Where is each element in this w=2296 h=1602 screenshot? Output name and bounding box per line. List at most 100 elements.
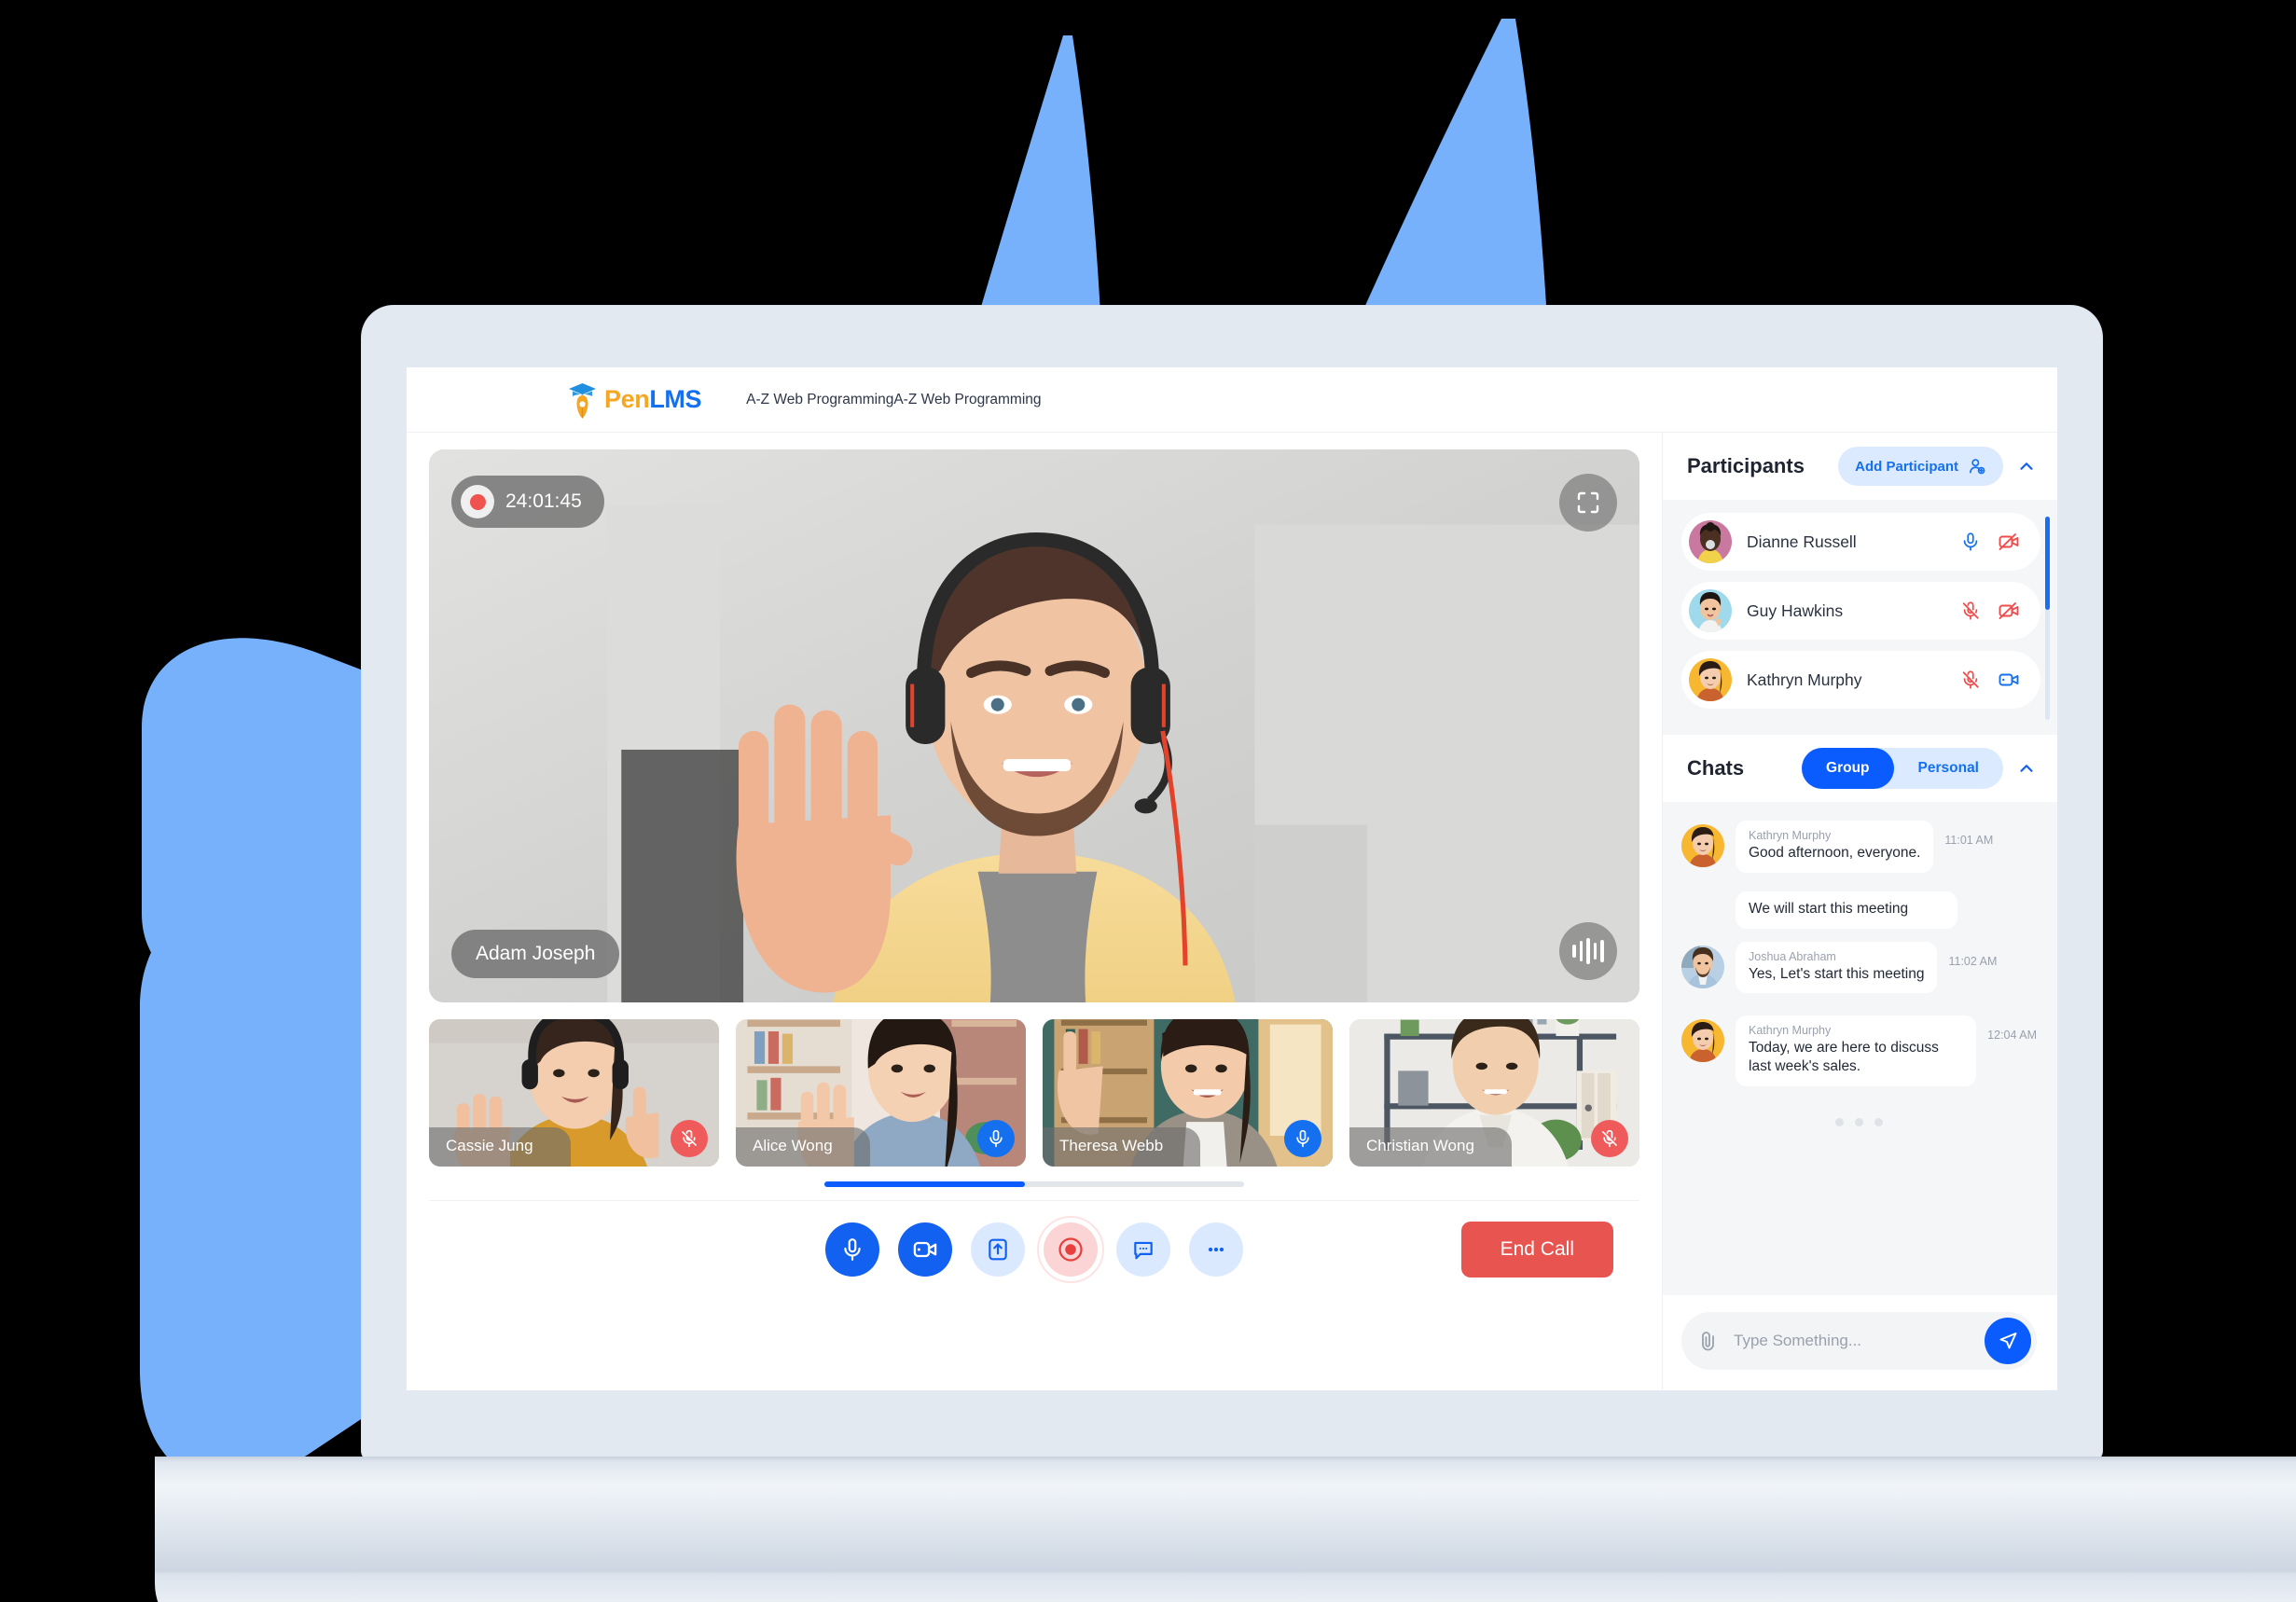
- main-video-name-badge: Adam Joseph: [451, 930, 620, 978]
- recording-timer-badge: 24:01:45: [451, 476, 604, 528]
- participant-status-icons: [1960, 600, 2020, 622]
- chat-author: Joshua Abraham: [1749, 949, 1836, 963]
- chats-title: Chats: [1687, 756, 1745, 780]
- participant-row[interactable]: Guy Hawkins: [1681, 582, 2040, 640]
- app-header: PenLMS A-Z Web ProgrammingA-Z Web Progra…: [407, 367, 2057, 433]
- participants-header: Participants Add Participant: [1663, 433, 2057, 500]
- participant-camera-toggle[interactable]: [1998, 531, 2020, 553]
- chat-bubble[interactable]: Kathryn Murphy Today, we are here to dis…: [1736, 1015, 1977, 1087]
- app-window: PenLMS A-Z Web ProgrammingA-Z Web Progra…: [407, 367, 2057, 1390]
- thumbnail-name: Theresa Webb: [1043, 1127, 1201, 1167]
- chat-text: Today, we are here to discuss last week'…: [1749, 1040, 1939, 1075]
- microphone-off-icon: [1962, 670, 1979, 689]
- chat-bubble-row: Kathryn Murphy Today, we are here to dis…: [1736, 1015, 2037, 1096]
- thumbnail-tile[interactable]: Cassie Jung: [429, 1019, 719, 1167]
- chat-timestamp: 11:01 AM: [1944, 834, 1994, 847]
- microphone-off-icon: [1962, 601, 1979, 620]
- participant-status-icons: [1960, 669, 2020, 691]
- screen-share-button[interactable]: [971, 1222, 1025, 1277]
- chats-header: Chats Group Personal: [1663, 735, 2057, 802]
- microphone-button[interactable]: [825, 1222, 879, 1277]
- send-message-button[interactable]: [1985, 1318, 2031, 1364]
- timer-value: 24:01:45: [505, 490, 582, 512]
- main-video-feed: [429, 449, 1639, 1002]
- chat-bubble[interactable]: Joshua Abraham Yes, Let's start this mee…: [1736, 941, 1938, 994]
- paperclip-icon[interactable]: [1698, 1330, 1721, 1352]
- chat-message-group: Kathryn Murphy Today, we are here to dis…: [1681, 1015, 2037, 1096]
- microphone-icon: [1963, 532, 1978, 551]
- microphone-icon: [989, 1129, 1003, 1148]
- message-composer: [1663, 1295, 2057, 1390]
- add-participant-label: Add Participant: [1855, 458, 1958, 475]
- chat-bubble[interactable]: We will start this meeting: [1736, 891, 1957, 929]
- call-control-bar: End Call: [429, 1200, 1639, 1297]
- participant-row[interactable]: Kathryn Murphy: [1681, 651, 2040, 709]
- chat-timestamp: 11:02 AM: [1948, 954, 1998, 968]
- end-call-button[interactable]: End Call: [1460, 1221, 1613, 1277]
- chat-message-group: Joshua Abraham Yes, Let's start this mee…: [1681, 941, 2037, 1003]
- brand-logo[interactable]: PenLMS: [567, 381, 702, 419]
- tab-group[interactable]: Group: [1802, 748, 1894, 789]
- chat-text: Yes, Let's start this meeting: [1749, 965, 1925, 982]
- chats-collapse-button[interactable]: [2016, 758, 2037, 779]
- participant-mic-toggle[interactable]: [1960, 532, 1981, 552]
- avatar: [1681, 824, 1724, 867]
- chat-author: Kathryn Murphy: [1749, 1024, 1832, 1038]
- participants-scrollbar[interactable]: [2045, 517, 2050, 720]
- chat-author: Kathryn Murphy: [1749, 829, 1832, 842]
- participant-camera-toggle[interactable]: [1998, 669, 2020, 691]
- chat-pagination-dots[interactable]: [1681, 1109, 2037, 1132]
- audio-level-button[interactable]: [1559, 922, 1617, 980]
- thumbnail-scrollbar[interactable]: [824, 1181, 1244, 1187]
- microphone-icon: [1296, 1129, 1309, 1148]
- participant-mic-toggle[interactable]: [1960, 601, 1981, 621]
- microphone-off-icon: [682, 1129, 697, 1148]
- microphone-off-icon: [1602, 1129, 1617, 1148]
- send-icon: [1999, 1333, 2017, 1349]
- chat-text: Good afternoon, everyone.: [1749, 845, 1921, 861]
- camera-button[interactable]: [898, 1222, 952, 1277]
- chat-button[interactable]: [1116, 1222, 1170, 1277]
- screen-share-icon: [989, 1238, 1007, 1260]
- fullscreen-icon: [1577, 491, 1599, 514]
- avatar: [1681, 945, 1724, 988]
- thumbnail-mic-toggle[interactable]: [671, 1120, 708, 1157]
- participant-mic-toggle[interactable]: [1960, 670, 1981, 690]
- chat-bubble-icon: [1134, 1241, 1153, 1259]
- chat-bubbles: Kathryn Murphy Today, we are here to dis…: [1736, 1015, 2037, 1096]
- video-camera-off-icon: [1999, 533, 2019, 550]
- message-input[interactable]: [1734, 1332, 1971, 1350]
- fullscreen-button[interactable]: [1559, 474, 1617, 532]
- thumbnail-scrollbar-thumb[interactable]: [824, 1181, 1025, 1187]
- brand-pen: Pen: [604, 385, 650, 413]
- add-participant-button[interactable]: Add Participant: [1838, 447, 2003, 486]
- participant-camera-toggle[interactable]: [1998, 600, 2020, 622]
- thumbnail-tile[interactable]: Theresa Webb: [1043, 1019, 1333, 1167]
- app-body: 24:01:45 Adam Joseph Cassie Jung Alice W…: [407, 433, 2057, 1390]
- laptop-base: [155, 1457, 2296, 1602]
- avatar: [1689, 589, 1732, 632]
- participant-thumbnail-strip: Cassie Jung Alice Wong Theresa Webb Chri…: [429, 1019, 1639, 1167]
- thumbnail-mic-toggle[interactable]: [977, 1120, 1015, 1157]
- record-button[interactable]: [1037, 1215, 1104, 1283]
- thumbnail-mic-toggle[interactable]: [1591, 1120, 1628, 1157]
- message-composer-inner: [1681, 1312, 2037, 1370]
- thumbnail-tile[interactable]: Christian Wong: [1349, 1019, 1639, 1167]
- chevron-up-icon: [2020, 765, 2033, 772]
- video-camera-off-icon: [1999, 602, 2019, 619]
- participants-scrollbar-thumb: [2045, 517, 2050, 611]
- tab-personal[interactable]: Personal: [1894, 748, 2003, 789]
- participants-list: Dianne Russell Guy Hawkins Kathryn Murph…: [1663, 500, 2057, 735]
- participant-row[interactable]: Dianne Russell: [1681, 513, 2040, 571]
- participants-collapse-button[interactable]: [2016, 456, 2037, 476]
- record-icon: [1058, 1236, 1083, 1262]
- avatar: [1681, 1019, 1724, 1063]
- thumbnail-tile[interactable]: Alice Wong: [736, 1019, 1026, 1167]
- chats-tab-group: Group Personal: [1802, 748, 2003, 789]
- thumbnail-mic-toggle[interactable]: [1284, 1120, 1321, 1157]
- more-options-button[interactable]: [1189, 1222, 1243, 1277]
- chat-bubble-row: Joshua Abraham Yes, Let's start this mee…: [1736, 941, 2037, 1003]
- chat-bubbles: Joshua Abraham Yes, Let's start this mee…: [1736, 941, 2037, 1003]
- main-video-tile[interactable]: 24:01:45 Adam Joseph: [429, 449, 1639, 1002]
- chat-bubble[interactable]: Kathryn Murphy Good afternoon, everyone.: [1736, 821, 1934, 873]
